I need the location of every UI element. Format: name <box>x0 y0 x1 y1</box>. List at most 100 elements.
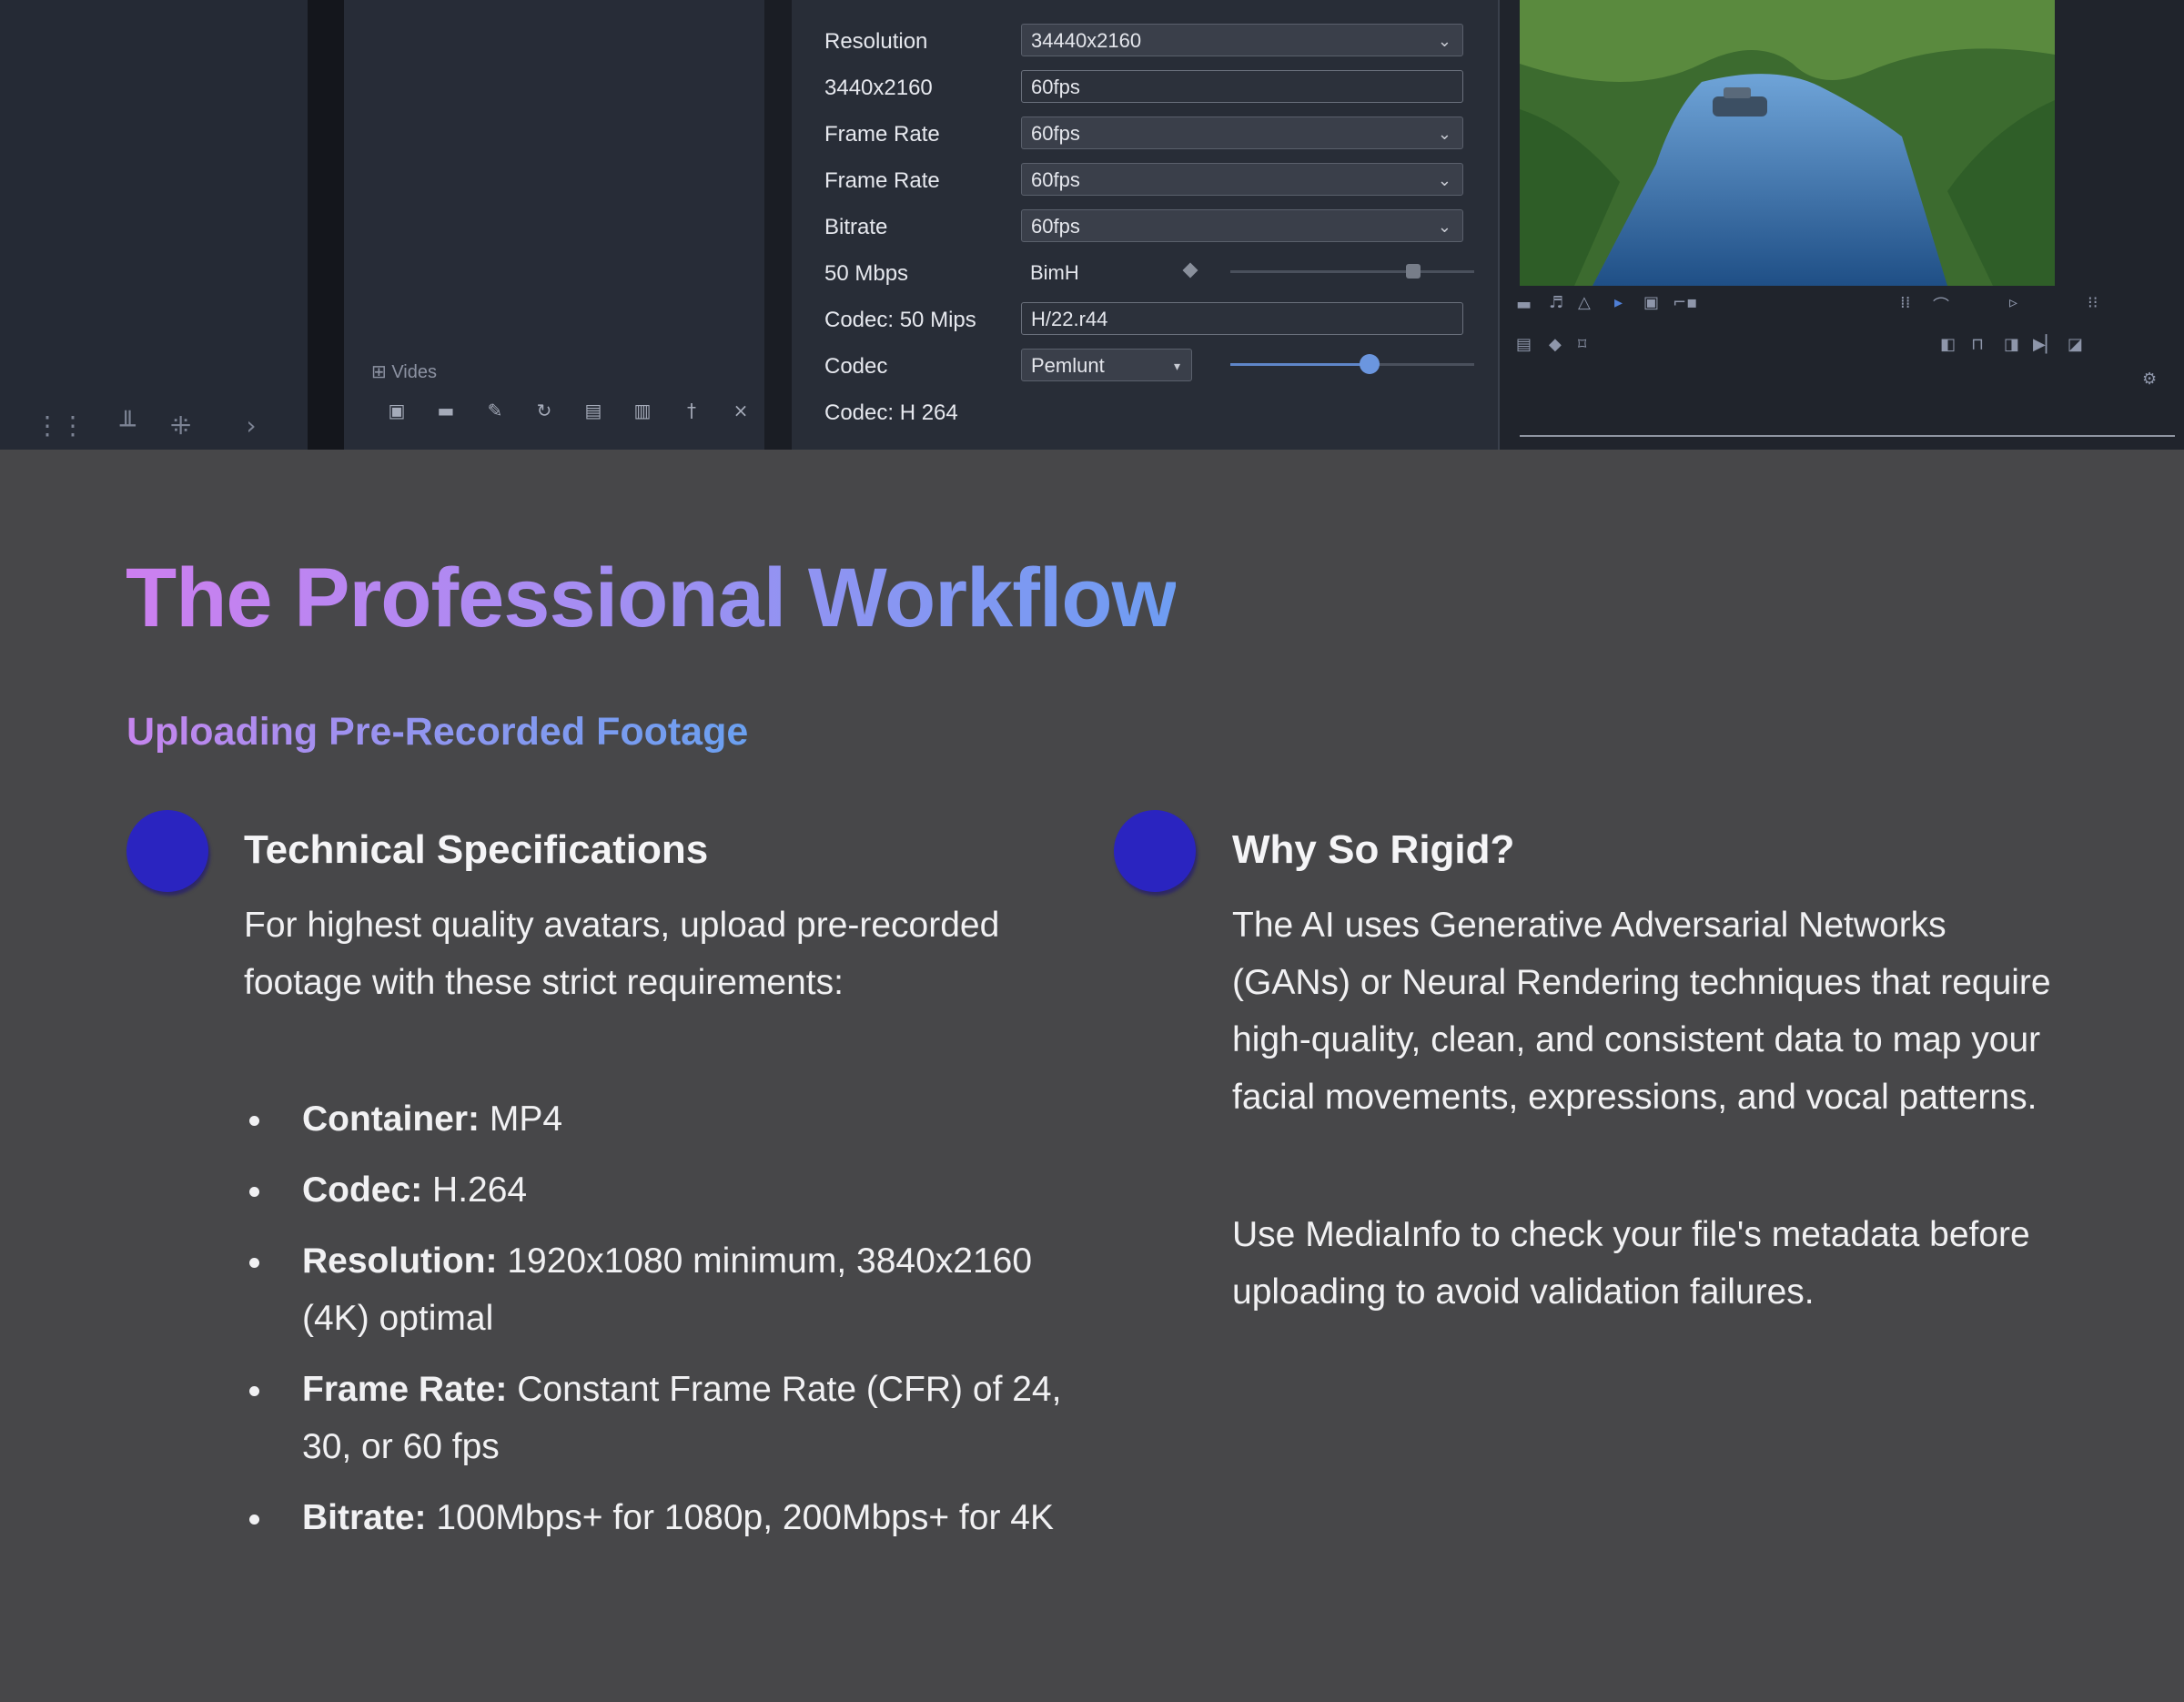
folder-icon[interactable]: ▤ <box>1516 335 1532 354</box>
section-subtitle: Uploading Pre-Recorded Footage <box>126 706 748 757</box>
frame-rate-dropdown[interactable]: 60fps ⌄ <box>1021 117 1463 149</box>
slider-handle[interactable] <box>1359 354 1380 374</box>
chevron-down-icon: ⌄ <box>1437 218 1451 236</box>
keyframe-icon[interactable] <box>1182 262 1198 279</box>
timeline-ruler[interactable] <box>1520 435 2175 450</box>
left-panel-toolbar: ⋮⋮ ╨ ⁜ › <box>0 400 308 450</box>
input-value: 60fps <box>1031 76 1080 98</box>
resolution-dropdown[interactable]: 34440x2160 ⌄ <box>1021 24 1463 56</box>
audio-icon[interactable]: ♬ <box>1549 293 1563 312</box>
save-icon[interactable]: ▣ <box>1643 293 1659 312</box>
marker-icon[interactable]: ▬ <box>1516 295 1532 314</box>
panel-divider <box>764 0 792 450</box>
player-toolbar: ▬ ♬ △ ▸ ▣ ⌐▪ ⁞⁞ ⌒ ▹ ⁝⁝ ▤ ◆ ⌑ ◧ ⊓ ◨ ▶▏ ◪ … <box>1500 291 2184 419</box>
codec-input[interactable]: H/22.r44 <box>1021 302 1463 335</box>
setting-label: Codec: H 264 <box>824 400 958 425</box>
warning-icon[interactable]: △ <box>1578 293 1591 312</box>
setting-row: 50 Mbps BimH <box>824 254 1480 300</box>
item-text: MP4 <box>480 1099 563 1139</box>
crop-icon[interactable]: ⌑ <box>1578 335 1586 354</box>
next-frame-icon[interactable]: ◨ <box>2004 335 2019 354</box>
list-item: Codec: H.264 <box>244 1161 1090 1219</box>
setting-row: Resolution 34440x2160 ⌄ <box>824 22 1480 68</box>
codec-dropdown[interactable]: Pemlunt ▾ <box>1021 349 1192 381</box>
why-so-rigid-heading: Why So Rigid? <box>1232 827 1515 872</box>
setting-row: Codec Pemlunt ▾ <box>824 347 1480 393</box>
slider-handle[interactable] <box>1406 264 1421 279</box>
crosshair-icon[interactable]: ⁜ <box>170 410 191 441</box>
requirements-list: Container: MP4 Codec: H.264 Resolution: … <box>244 1090 1090 1560</box>
export-icon[interactable]: ▥ <box>630 400 655 420</box>
export-settings-panel: Resolution 34440x2160 ⌄ 3440x2160 60fps … <box>792 0 1500 450</box>
specifications-intro: For highest quality avatars, upload pre-… <box>244 906 1000 1002</box>
item-key: Codec: <box>302 1170 423 1210</box>
bitrate-dropdown[interactable]: 60fps ⌄ <box>1021 209 1463 242</box>
setting-label: 50 Mbps <box>824 261 909 286</box>
setting-label: Bitrate <box>824 215 888 239</box>
list-item: Frame Rate: Constant Frame Rate (CFR) of… <box>244 1361 1090 1475</box>
list-item: Resolution: 1920x1080 minimum, 3840x2160… <box>244 1232 1090 1347</box>
chevron-down-icon: ▾ <box>1173 359 1180 373</box>
setting-label: 3440x2160 <box>824 76 933 100</box>
frame-rate-dropdown[interactable]: 60fps ⌄ <box>1021 163 1463 196</box>
bullet-dot-icon <box>126 810 208 892</box>
item-text: 100Mbps+ for 1080p, 200Mbps+ for 4K <box>426 1498 1054 1537</box>
codec-slider[interactable] <box>1230 354 1474 374</box>
chevron-right-icon[interactable]: › <box>246 410 256 441</box>
chevron-down-icon: ⌄ <box>1437 125 1451 143</box>
diamond-icon[interactable]: ◆ <box>1549 335 1562 354</box>
setting-label: Resolution <box>824 29 928 54</box>
mediainfo-tip: Use MediaInfo to check your file's metad… <box>1232 1215 2030 1312</box>
item-key: Container: <box>302 1099 480 1139</box>
grid-icon[interactable]: ⋮⋮ <box>35 410 86 441</box>
folder-icon[interactable]: ▬ <box>433 400 459 420</box>
fps-input[interactable]: 60fps <box>1021 70 1463 103</box>
fullscreen-icon[interactable]: ◪ <box>2068 335 2083 354</box>
refresh-icon[interactable]: ↻ <box>531 400 557 420</box>
editor-left-panel: ⋮⋮ ╨ ⁜ › <box>0 0 308 450</box>
list-item: Container: MP4 <box>244 1090 1090 1148</box>
setting-row: Frame Rate 60fps ⌄ <box>824 161 1480 208</box>
forward-icon[interactable]: ▹ <box>2009 293 2017 312</box>
end-icon[interactable]: ▶▏ <box>2033 335 2058 354</box>
list-item: Bitrate: 100Mbps+ for 1080p, 200Mbps+ fo… <box>244 1489 1090 1546</box>
technical-specifications-heading: Technical Specifications <box>244 827 709 872</box>
page-title: The Professional Workflow <box>126 548 1176 648</box>
pen-icon[interactable]: ✎ <box>482 400 508 420</box>
editor-screenshot: ⋮⋮ ╨ ⁜ › ⊞ Vides ▣ ▬ ✎ ↻ ▤ ▥ † × Resolut… <box>0 0 2184 450</box>
step-icon[interactable]: ⁞⁞ <box>1900 293 1910 312</box>
chevron-down-icon: ⌄ <box>1437 171 1451 189</box>
play-icon[interactable]: ▸ <box>1614 293 1623 312</box>
bitrate-value: BimH <box>1030 261 1079 284</box>
close-icon[interactable]: × <box>728 400 753 420</box>
setting-label: Frame Rate <box>824 168 940 193</box>
dropdown-value: 60fps <box>1031 215 1080 238</box>
dropdown-value: Pemlunt <box>1031 354 1105 377</box>
media-toolbar: ▣ ▬ ✎ ↻ ▤ ▥ † × <box>384 400 753 420</box>
zoom-icon[interactable]: ⁝⁝ <box>2088 293 2098 312</box>
pin-icon[interactable]: † <box>679 400 704 420</box>
media-icon: ⊞ <box>371 362 387 382</box>
item-text: H.264 <box>422 1170 528 1210</box>
setting-label: Codec <box>824 354 888 379</box>
bitrate-slider[interactable] <box>1230 264 1474 279</box>
item-key: Frame Rate: <box>302 1370 508 1409</box>
fit-icon[interactable]: ⌐▪ <box>1673 293 1697 312</box>
slider-fill <box>1230 363 1370 366</box>
loop-icon[interactable]: ⊓ <box>1971 335 1984 354</box>
lake-scene-image <box>1520 0 2055 286</box>
setting-row: Bitrate 60fps ⌄ <box>824 208 1480 254</box>
item-key: Bitrate: <box>302 1498 427 1537</box>
clip-icon[interactable]: ▣ <box>384 400 410 420</box>
video-preview <box>1520 0 2055 286</box>
panel-divider <box>308 0 344 450</box>
prev-frame-icon[interactable]: ◧ <box>1940 335 1956 354</box>
setting-row: Codec: H 264 <box>824 393 1480 440</box>
dropdown-value: 60fps <box>1031 168 1080 191</box>
rigid-explanation: The AI uses Generative Adversarial Netwo… <box>1232 906 2051 1117</box>
levels-icon[interactable]: ╨ <box>120 410 136 441</box>
settings-list: Resolution 34440x2160 ⌄ 3440x2160 60fps … <box>824 22 1480 440</box>
film-icon[interactable]: ▤ <box>581 400 606 420</box>
undo-icon[interactable]: ⌒ <box>1933 293 1949 317</box>
settings-icon[interactable]: ⚙ <box>2142 370 2157 389</box>
